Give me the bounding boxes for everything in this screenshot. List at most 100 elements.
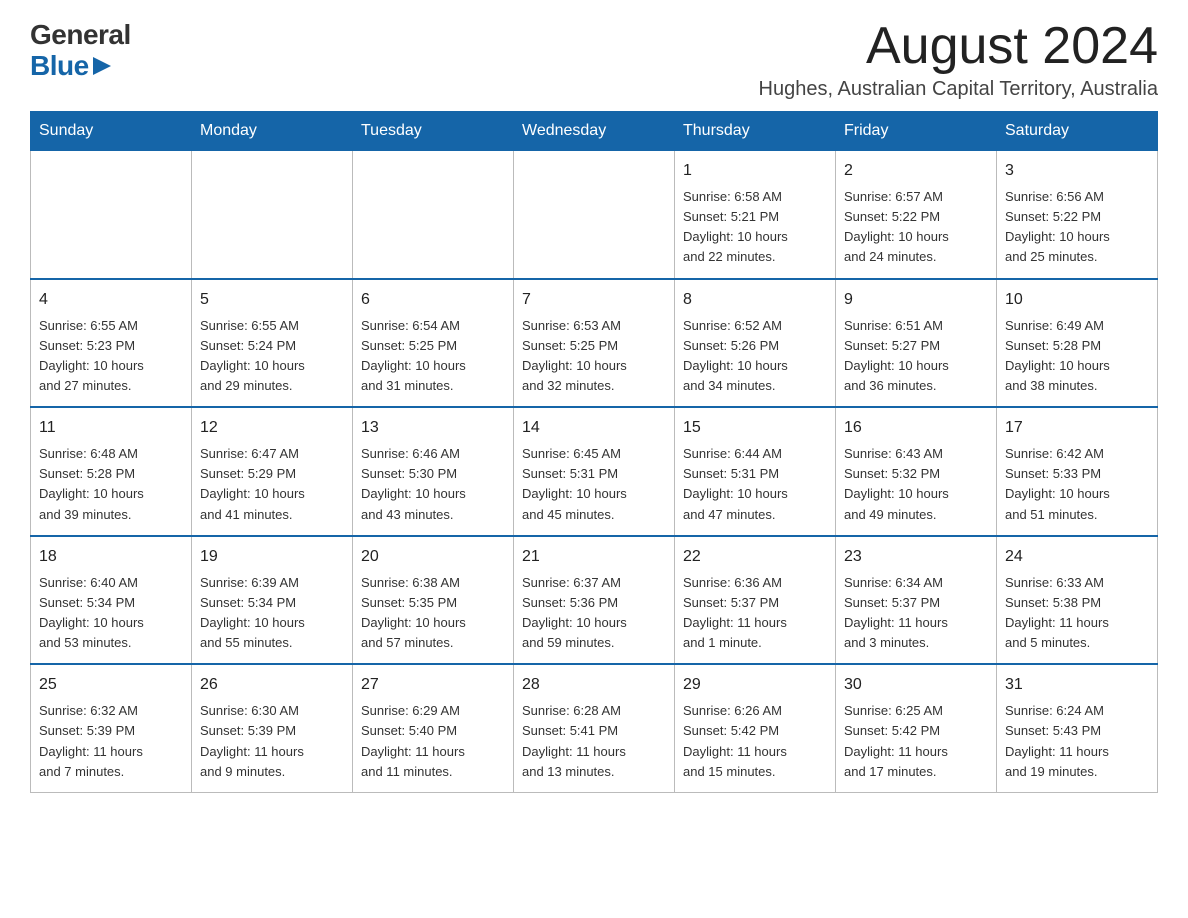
- day-info: Sunrise: 6:55 AM Sunset: 5:23 PM Dayligh…: [39, 316, 183, 397]
- day-number: 19: [200, 545, 344, 569]
- logo-triangle-icon: [93, 57, 111, 75]
- day-number: 7: [522, 288, 666, 312]
- day-number: 23: [844, 545, 988, 569]
- day-of-week-header: Tuesday: [353, 112, 514, 151]
- logo-blue-text: Blue: [30, 51, 89, 82]
- page-header: General Blue August 2024 Hughes, Austral…: [30, 20, 1158, 101]
- day-number: 13: [361, 416, 505, 440]
- calendar-day-cell: 13 Sunrise: 6:46 AM Sunset: 5:30 PM Dayli…: [353, 407, 514, 536]
- logo-general: General: [30, 20, 131, 51]
- day-info: Sunrise: 6:47 AM Sunset: 5:29 PM Dayligh…: [200, 444, 344, 525]
- day-info: Sunrise: 6:46 AM Sunset: 5:30 PM Dayligh…: [361, 444, 505, 525]
- day-of-week-header: Saturday: [997, 112, 1158, 151]
- day-number: 1: [683, 159, 827, 183]
- calendar-day-cell: 23 Sunrise: 6:34 AM Sunset: 5:37 PM Dayli…: [836, 536, 997, 665]
- calendar-day-cell: 1 Sunrise: 6:58 AM Sunset: 5:21 PM Daylig…: [675, 151, 836, 279]
- day-info: Sunrise: 6:48 AM Sunset: 5:28 PM Dayligh…: [39, 444, 183, 525]
- day-info: Sunrise: 6:55 AM Sunset: 5:24 PM Dayligh…: [200, 316, 344, 397]
- day-number: 28: [522, 673, 666, 697]
- day-number: 16: [844, 416, 988, 440]
- calendar-day-cell: 15 Sunrise: 6:44 AM Sunset: 5:31 PM Dayli…: [675, 407, 836, 536]
- day-number: 2: [844, 159, 988, 183]
- calendar-day-cell: [31, 151, 192, 279]
- calendar-day-cell: 5Sunrise: 6:55 AM Sunset: 5:24 PM Daylig…: [192, 279, 353, 408]
- day-number: 15: [683, 416, 827, 440]
- month-year-title: August 2024: [759, 20, 1158, 72]
- day-number: 14: [522, 416, 666, 440]
- day-info: Sunrise: 6:26 AM Sunset: 5:42 PM Dayligh…: [683, 701, 827, 782]
- day-info: Sunrise: 6:56 AM Sunset: 5:22 PM Dayligh…: [1005, 187, 1149, 268]
- calendar-day-cell: 29 Sunrise: 6:26 AM Sunset: 5:42 PM Dayli…: [675, 664, 836, 792]
- calendar-day-cell: 25Sunrise: 6:32 AM Sunset: 5:39 PM Dayli…: [31, 664, 192, 792]
- day-info: Sunrise: 6:57 AM Sunset: 5:22 PM Dayligh…: [844, 187, 988, 268]
- day-number: 22: [683, 545, 827, 569]
- day-info: Sunrise: 6:28 AM Sunset: 5:41 PM Dayligh…: [522, 701, 666, 782]
- calendar-week-row: 18Sunrise: 6:40 AM Sunset: 5:34 PM Dayli…: [31, 536, 1158, 665]
- day-info: Sunrise: 6:44 AM Sunset: 5:31 PM Dayligh…: [683, 444, 827, 525]
- calendar-day-cell: 8Sunrise: 6:52 AM Sunset: 5:26 PM Daylig…: [675, 279, 836, 408]
- calendar-day-cell: 3 Sunrise: 6:56 AM Sunset: 5:22 PM Daylig…: [997, 151, 1158, 279]
- day-number: 31: [1005, 673, 1149, 697]
- calendar-day-cell: [353, 151, 514, 279]
- day-info: Sunrise: 6:49 AM Sunset: 5:28 PM Dayligh…: [1005, 316, 1149, 397]
- calendar-day-cell: 28 Sunrise: 6:28 AM Sunset: 5:41 PM Dayli…: [514, 664, 675, 792]
- calendar-day-cell: 4 Sunrise: 6:55 AM Sunset: 5:23 PM Daylig…: [31, 279, 192, 408]
- calendar-day-cell: 26 Sunrise: 6:30 AM Sunset: 5:39 PM Dayli…: [192, 664, 353, 792]
- calendar-day-cell: 22 Sunrise: 6:36 AM Sunset: 5:37 PM Dayli…: [675, 536, 836, 665]
- day-info: Sunrise: 6:29 AM Sunset: 5:40 PM Dayligh…: [361, 701, 505, 782]
- day-info: Sunrise: 6:25 AM Sunset: 5:42 PM Dayligh…: [844, 701, 988, 782]
- calendar-day-cell: 24 Sunrise: 6:33 AM Sunset: 5:38 PM Dayli…: [997, 536, 1158, 665]
- logo: General Blue: [30, 20, 131, 82]
- day-number: 29: [683, 673, 827, 697]
- day-info: Sunrise: 6:43 AM Sunset: 5:32 PM Dayligh…: [844, 444, 988, 525]
- calendar-day-cell: 19Sunrise: 6:39 AM Sunset: 5:34 PM Dayli…: [192, 536, 353, 665]
- day-number: 27: [361, 673, 505, 697]
- day-info: Sunrise: 6:58 AM Sunset: 5:21 PM Dayligh…: [683, 187, 827, 268]
- day-number: 11: [39, 416, 183, 440]
- day-info: Sunrise: 6:51 AM Sunset: 5:27 PM Dayligh…: [844, 316, 988, 397]
- day-of-week-header: Sunday: [31, 112, 192, 151]
- calendar-week-row: 1 Sunrise: 6:58 AM Sunset: 5:21 PM Daylig…: [31, 151, 1158, 279]
- day-number: 4: [39, 288, 183, 312]
- calendar-day-cell: 16 Sunrise: 6:43 AM Sunset: 5:32 PM Dayli…: [836, 407, 997, 536]
- calendar-day-cell: 10 Sunrise: 6:49 AM Sunset: 5:28 PM Dayli…: [997, 279, 1158, 408]
- day-of-week-header: Monday: [192, 112, 353, 151]
- calendar-week-row: 25Sunrise: 6:32 AM Sunset: 5:39 PM Dayli…: [31, 664, 1158, 792]
- calendar-day-cell: 30 Sunrise: 6:25 AM Sunset: 5:42 PM Dayli…: [836, 664, 997, 792]
- calendar-day-cell: 18Sunrise: 6:40 AM Sunset: 5:34 PM Dayli…: [31, 536, 192, 665]
- calendar-day-cell: 27 Sunrise: 6:29 AM Sunset: 5:40 PM Dayli…: [353, 664, 514, 792]
- day-number: 10: [1005, 288, 1149, 312]
- title-block: August 2024 Hughes, Australian Capital T…: [759, 20, 1158, 101]
- day-number: 30: [844, 673, 988, 697]
- day-number: 20: [361, 545, 505, 569]
- location-subtitle: Hughes, Australian Capital Territory, Au…: [759, 78, 1158, 101]
- day-info: Sunrise: 6:34 AM Sunset: 5:37 PM Dayligh…: [844, 573, 988, 654]
- day-info: Sunrise: 6:40 AM Sunset: 5:34 PM Dayligh…: [39, 573, 183, 654]
- calendar-day-cell: 6Sunrise: 6:54 AM Sunset: 5:25 PM Daylig…: [353, 279, 514, 408]
- day-number: 17: [1005, 416, 1149, 440]
- calendar-day-cell: 20 Sunrise: 6:38 AM Sunset: 5:35 PM Dayli…: [353, 536, 514, 665]
- day-number: 9: [844, 288, 988, 312]
- calendar-table: SundayMondayTuesdayWednesdayThursdayFrid…: [30, 111, 1158, 793]
- calendar-day-cell: 2 Sunrise: 6:57 AM Sunset: 5:22 PM Daylig…: [836, 151, 997, 279]
- day-info: Sunrise: 6:24 AM Sunset: 5:43 PM Dayligh…: [1005, 701, 1149, 782]
- day-number: 26: [200, 673, 344, 697]
- day-info: Sunrise: 6:30 AM Sunset: 5:39 PM Dayligh…: [200, 701, 344, 782]
- day-info: Sunrise: 6:38 AM Sunset: 5:35 PM Dayligh…: [361, 573, 505, 654]
- calendar-day-cell: [514, 151, 675, 279]
- day-info: Sunrise: 6:36 AM Sunset: 5:37 PM Dayligh…: [683, 573, 827, 654]
- calendar-day-cell: 14 Sunrise: 6:45 AM Sunset: 5:31 PM Dayli…: [514, 407, 675, 536]
- day-number: 21: [522, 545, 666, 569]
- day-info: Sunrise: 6:53 AM Sunset: 5:25 PM Dayligh…: [522, 316, 666, 397]
- day-of-week-header: Thursday: [675, 112, 836, 151]
- day-of-week-header: Wednesday: [514, 112, 675, 151]
- day-info: Sunrise: 6:45 AM Sunset: 5:31 PM Dayligh…: [522, 444, 666, 525]
- calendar-week-row: 11 Sunrise: 6:48 AM Sunset: 5:28 PM Dayli…: [31, 407, 1158, 536]
- day-number: 24: [1005, 545, 1149, 569]
- calendar-day-cell: 21Sunrise: 6:37 AM Sunset: 5:36 PM Dayli…: [514, 536, 675, 665]
- day-info: Sunrise: 6:33 AM Sunset: 5:38 PM Dayligh…: [1005, 573, 1149, 654]
- calendar-header-row: SundayMondayTuesdayWednesdayThursdayFrid…: [31, 112, 1158, 151]
- day-info: Sunrise: 6:32 AM Sunset: 5:39 PM Dayligh…: [39, 701, 183, 782]
- day-number: 3: [1005, 159, 1149, 183]
- calendar-week-row: 4 Sunrise: 6:55 AM Sunset: 5:23 PM Daylig…: [31, 279, 1158, 408]
